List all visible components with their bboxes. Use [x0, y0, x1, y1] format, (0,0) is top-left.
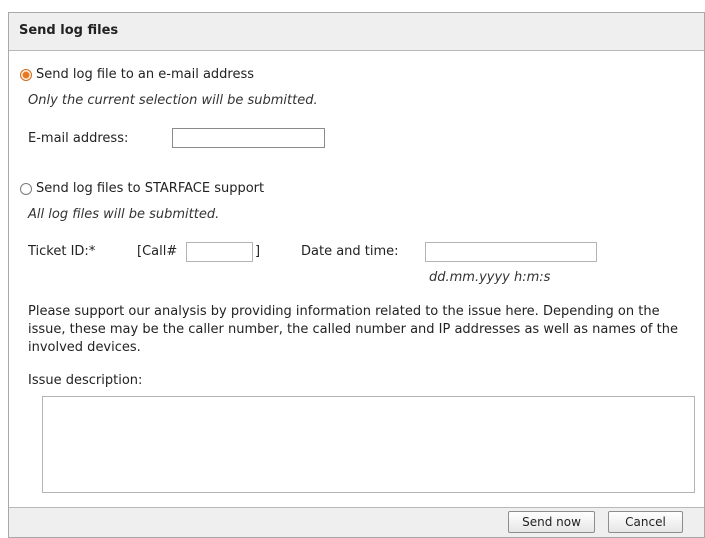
send-log-files-dialog: Send log files Send log file to an e-mai…	[8, 12, 705, 538]
issue-description-textarea[interactable]	[42, 396, 695, 493]
support-option-radio[interactable]	[20, 183, 32, 195]
issue-info-text: Please support our analysis by providing…	[28, 304, 678, 355]
dialog-titlebar: Send log files	[9, 13, 704, 51]
email-address-input[interactable]	[172, 128, 325, 148]
ticket-id-input[interactable]	[186, 242, 253, 262]
issue-description-label: Issue description:	[28, 373, 143, 388]
datetime-format-hint: dd.mm.yyyy h:m:s	[429, 270, 551, 285]
ticket-suffix: ]	[255, 244, 261, 259]
ticket-prefix: [Call#	[137, 244, 178, 259]
email-option-note: Only the current selection will be submi…	[28, 93, 318, 108]
dialog-footer: Send now Cancel	[9, 507, 704, 537]
email-option-radio[interactable]	[20, 69, 32, 81]
support-option-note: All log files will be submitted.	[28, 207, 220, 222]
datetime-input[interactable]	[425, 242, 597, 262]
email-address-label: E-mail address:	[28, 131, 129, 146]
support-option-label[interactable]: Send log files to STARFACE support	[36, 181, 264, 196]
email-option-label[interactable]: Send log file to an e-mail address	[36, 67, 254, 82]
cancel-button[interactable]: Cancel	[608, 511, 683, 533]
ticket-id-label: Ticket ID:*	[28, 244, 96, 259]
send-now-button[interactable]: Send now	[508, 511, 595, 533]
dialog-title: Send log files	[19, 23, 119, 38]
datetime-label: Date and time:	[301, 244, 399, 259]
